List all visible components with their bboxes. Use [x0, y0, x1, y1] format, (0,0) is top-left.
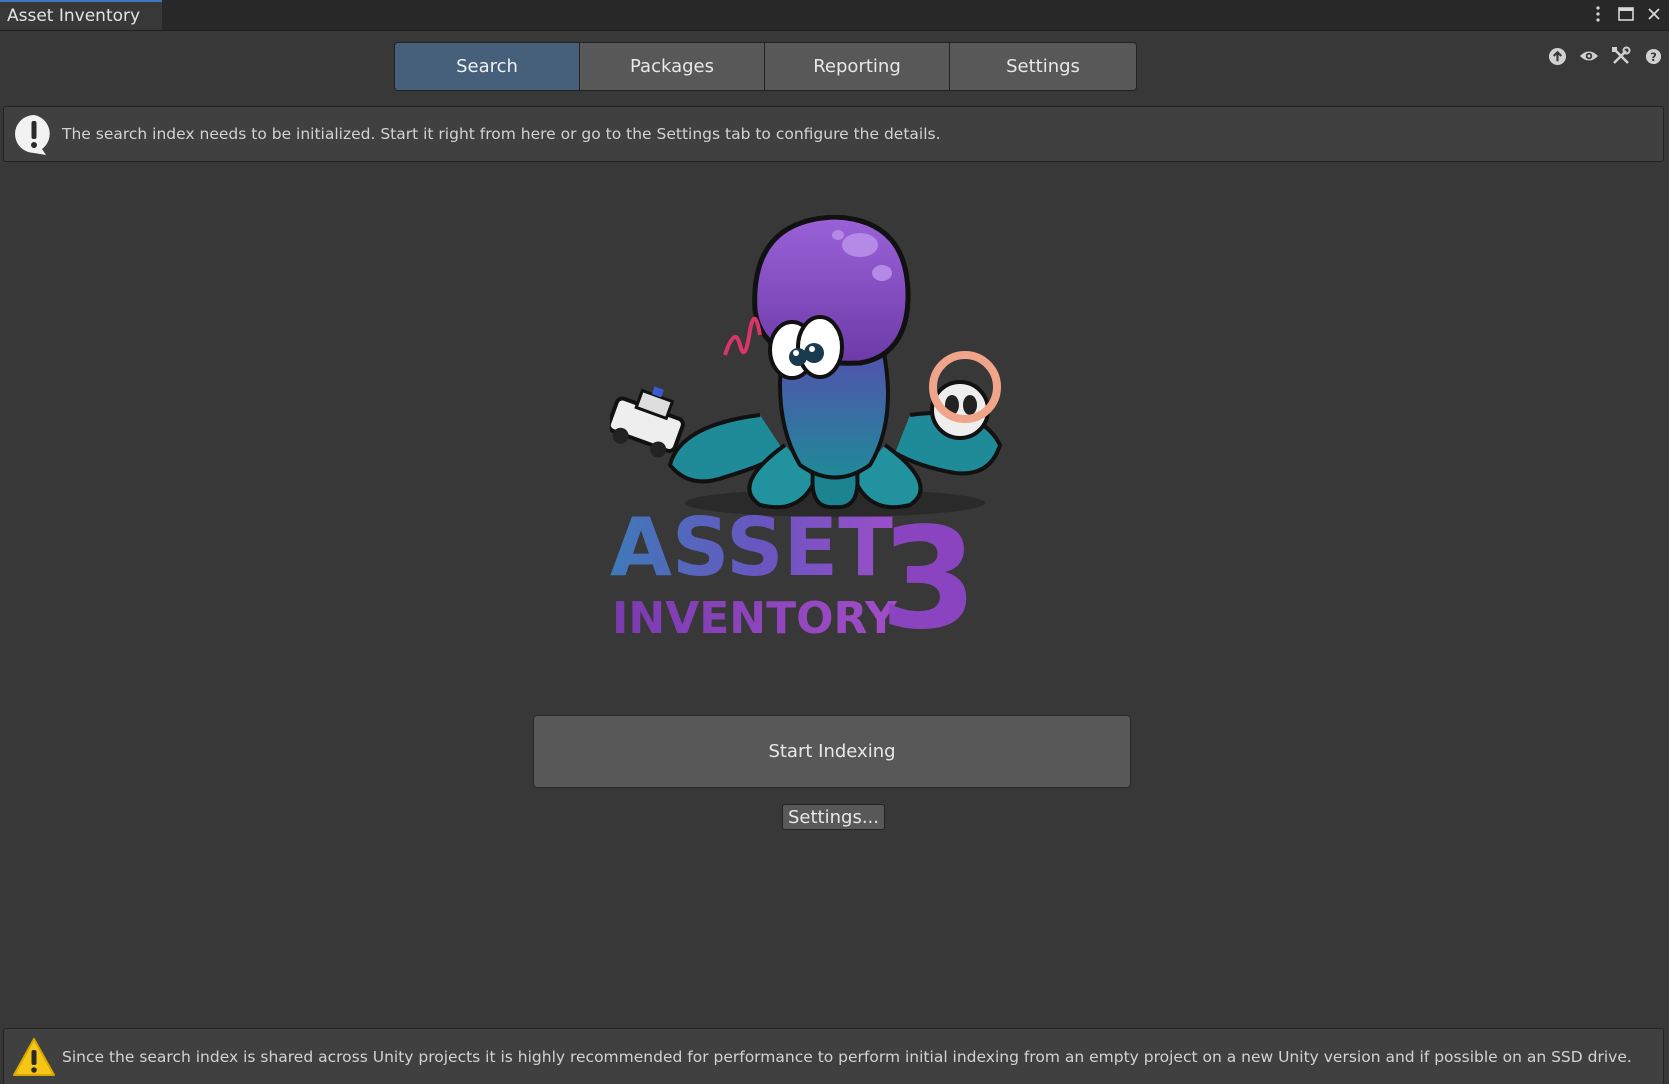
more-options-icon[interactable]	[1589, 3, 1607, 25]
title-bar: Asset Inventory	[0, 0, 1669, 31]
logo-version: 3	[880, 498, 977, 661]
window-title: Asset Inventory	[7, 6, 141, 26]
warning-help-box: Since the search index is shared across …	[3, 1028, 1664, 1084]
logo-line1: ASSET	[610, 501, 893, 594]
svg-text:?: ?	[1650, 49, 1657, 63]
info-exclamation-icon	[12, 112, 56, 156]
main-tab-bar: Search Packages Reporting Settings	[394, 42, 1137, 91]
tab-reporting[interactable]: Reporting	[765, 43, 949, 90]
warning-triangle-icon	[12, 1035, 56, 1079]
tab-search[interactable]: Search	[395, 43, 579, 90]
info-text: The search index needs to be initialized…	[62, 125, 941, 143]
tab-settings[interactable]: Settings	[950, 43, 1136, 90]
eye-icon[interactable]	[1579, 46, 1599, 66]
maximize-icon[interactable]	[1617, 3, 1635, 25]
tools-icon[interactable]	[1611, 46, 1631, 66]
window-controls	[1589, 3, 1663, 25]
toolbar-icons: ?	[1547, 46, 1663, 66]
window-tab[interactable]: Asset Inventory	[0, 0, 162, 30]
info-help-box: The search index needs to be initialized…	[3, 106, 1664, 162]
close-icon[interactable]	[1645, 3, 1663, 25]
logo-line2: INVENTORY	[612, 593, 898, 644]
settings-button[interactable]: Settings...	[782, 804, 885, 830]
tab-packages[interactable]: Packages	[580, 43, 764, 90]
start-indexing-button[interactable]: Start Indexing	[533, 715, 1131, 788]
asset-inventory-logo: ASSET INVENTORY 3	[606, 214, 1060, 665]
warning-text: Since the search index is shared across …	[62, 1047, 1632, 1066]
help-icon[interactable]: ?	[1643, 46, 1663, 66]
upload-icon[interactable]	[1547, 46, 1567, 66]
